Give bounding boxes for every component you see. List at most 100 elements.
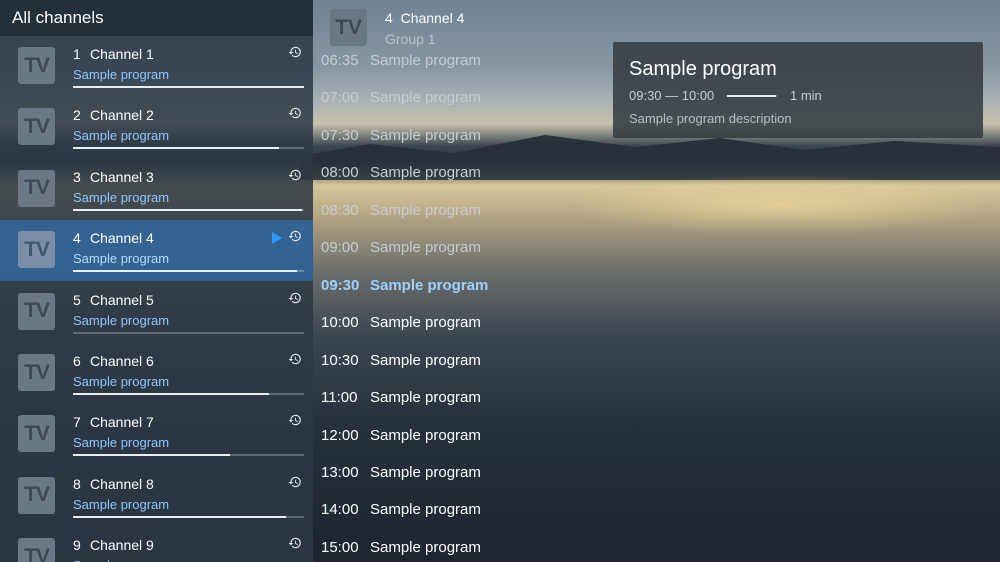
program-info-description: Sample program description <box>629 111 792 126</box>
history-icon[interactable] <box>288 413 302 427</box>
program-info-time: 09:30 — 10:00 <box>629 88 715 103</box>
channel-number: 8 <box>73 475 81 492</box>
channel-number: 1 <box>73 46 81 62</box>
tv-logo-icon: TV <box>18 476 55 514</box>
tv-logo-icon: TV <box>18 538 55 562</box>
channel-name: Channel 5 <box>90 291 154 308</box>
schedule-row[interactable]: 06:35 Sample program <box>313 52 573 74</box>
channel-current-program: Sample program <box>73 128 170 144</box>
channel-item[interactable]: TV 6 Channel 6 Sample program <box>0 343 313 404</box>
history-icon[interactable] <box>288 229 302 243</box>
schedule-header: TV 4 Channel 4 Group 1 <box>313 0 513 50</box>
schedule-row[interactable]: 08:00 Sample program <box>313 164 573 186</box>
channel-item[interactable]: TV 1 Channel 1 Sample program <box>0 36 313 97</box>
schedule-program-title: Sample program <box>370 89 481 107</box>
channel-item[interactable]: TV 8 Channel 8 Sample program <box>0 466 313 527</box>
schedule-program-title: Sample program <box>370 201 481 219</box>
background-sunset-glow <box>560 175 1000 235</box>
tv-logo-icon: TV <box>18 169 55 207</box>
schedule-row[interactable]: 11:00 Sample program <box>313 389 573 411</box>
channel-item[interactable]: TV 2 Channel 2 Sample program <box>0 97 313 158</box>
channel-current-program: Sample program <box>73 374 170 389</box>
schedule-row[interactable]: 07:00 Sample program <box>313 89 573 111</box>
channel-current-program: Sample program <box>73 558 169 562</box>
channel-progress-bar <box>73 208 304 211</box>
schedule-row[interactable]: 10:00 Sample program <box>313 314 573 336</box>
schedule-channel-number: 4 <box>385 10 393 26</box>
schedule-program-title: Sample program <box>370 126 481 144</box>
channel-progress-fill <box>73 86 304 88</box>
channel-item[interactable]: TV 5 Channel 5 Sample program <box>0 282 313 343</box>
schedule-program-title: Sample program <box>370 426 481 444</box>
schedule-time: 14:00 <box>321 501 359 519</box>
channel-progress-fill <box>73 208 302 211</box>
channel-number: 2 <box>73 107 81 124</box>
history-icon[interactable] <box>288 45 302 59</box>
schedule-time: 08:00 <box>321 164 359 182</box>
channel-progress-bar <box>73 86 304 88</box>
channel-item[interactable]: TV 7 Channel 7 Sample program <box>0 404 313 465</box>
channel-current-program: Sample program <box>73 251 170 267</box>
schedule-channel-name: Channel 4 <box>400 10 465 26</box>
channel-progress-bar <box>73 393 304 395</box>
history-icon[interactable] <box>288 536 302 550</box>
tv-logo-icon: TV <box>18 354 55 391</box>
channel-current-program: Sample program <box>73 312 170 328</box>
channel-progress-bar <box>73 454 304 457</box>
channel-number: 4 <box>73 230 81 247</box>
schedule-row[interactable]: 08:30 Sample program <box>313 202 573 224</box>
program-info-progress-fill <box>727 95 776 97</box>
schedule-row[interactable]: 12:00 Sample program <box>313 427 573 449</box>
channel-item[interactable]: TV 4 Channel 4 Sample program <box>0 220 313 282</box>
channel-progress-fill <box>73 454 231 457</box>
channel-name: Channel 1 <box>90 46 154 62</box>
schedule-row[interactable]: 10:30 Sample program <box>313 352 573 374</box>
tv-logo-icon: TV <box>18 108 55 146</box>
channel-number: 6 <box>73 353 81 369</box>
channel-list-title: All channels <box>0 0 313 36</box>
channel-current-program: Sample program <box>73 435 170 451</box>
channel-number: 3 <box>73 168 81 185</box>
channel-name: Channel 8 <box>90 475 154 492</box>
schedule-row[interactable]: 13:00 Sample program <box>313 464 573 486</box>
schedule-program-title: Sample program <box>370 314 481 332</box>
schedule-row[interactable]: 07:30 Sample program <box>313 127 573 149</box>
channel-name: Channel 4 <box>90 230 154 247</box>
history-icon[interactable] <box>288 352 302 366</box>
tv-logo-icon: TV <box>18 231 55 269</box>
channel-current-program: Sample program <box>73 67 170 82</box>
schedule-program-title: Sample program <box>370 52 481 69</box>
tv-logo-icon: TV <box>330 9 367 46</box>
channel-current-program: Sample program <box>73 189 170 205</box>
channel-number: 7 <box>73 414 81 431</box>
schedule-time: 07:00 <box>321 89 359 107</box>
channel-progress-bar <box>73 270 304 273</box>
schedule-program-title: Sample program <box>370 501 481 519</box>
channel-name: Channel 3 <box>90 168 154 185</box>
schedule-channel-group: Group 1 <box>385 31 436 47</box>
schedule-program-title: Sample program <box>370 239 481 257</box>
schedule-program-title: Sample program <box>370 164 481 182</box>
history-icon[interactable] <box>288 106 302 120</box>
history-icon[interactable] <box>288 475 302 489</box>
schedule-time: 15:00 <box>321 538 359 556</box>
schedule-program-title: Sample program <box>370 351 481 369</box>
channel-progress-fill <box>73 393 270 395</box>
schedule-time: 07:30 <box>321 126 359 144</box>
channel-list-panel: All channels TV 1 Channel 1 Sample program T… <box>0 0 313 562</box>
channel-item[interactable]: TV 3 Channel 3 Sample program <box>0 159 313 220</box>
schedule-row[interactable]: 09:30 Sample program <box>313 277 573 299</box>
schedule-row[interactable]: 15:00 Sample program <box>313 539 573 561</box>
schedule-row[interactable]: 14:00 Sample program <box>313 501 573 523</box>
schedule-time: 09:00 <box>321 239 359 257</box>
history-icon[interactable] <box>288 168 302 182</box>
tv-logo-icon: TV <box>18 415 55 453</box>
program-info-progress <box>727 95 777 97</box>
channel-name: Channel 7 <box>90 414 154 431</box>
history-icon[interactable] <box>288 291 302 305</box>
channel-progress-bar <box>73 331 304 334</box>
schedule-row[interactable]: 09:00 Sample program <box>313 239 573 261</box>
schedule-time: 09:30 <box>321 276 360 294</box>
channel-item[interactable]: TV 9 Channel 9 Sample program <box>0 527 313 562</box>
program-info-duration: 1 min <box>790 88 822 103</box>
